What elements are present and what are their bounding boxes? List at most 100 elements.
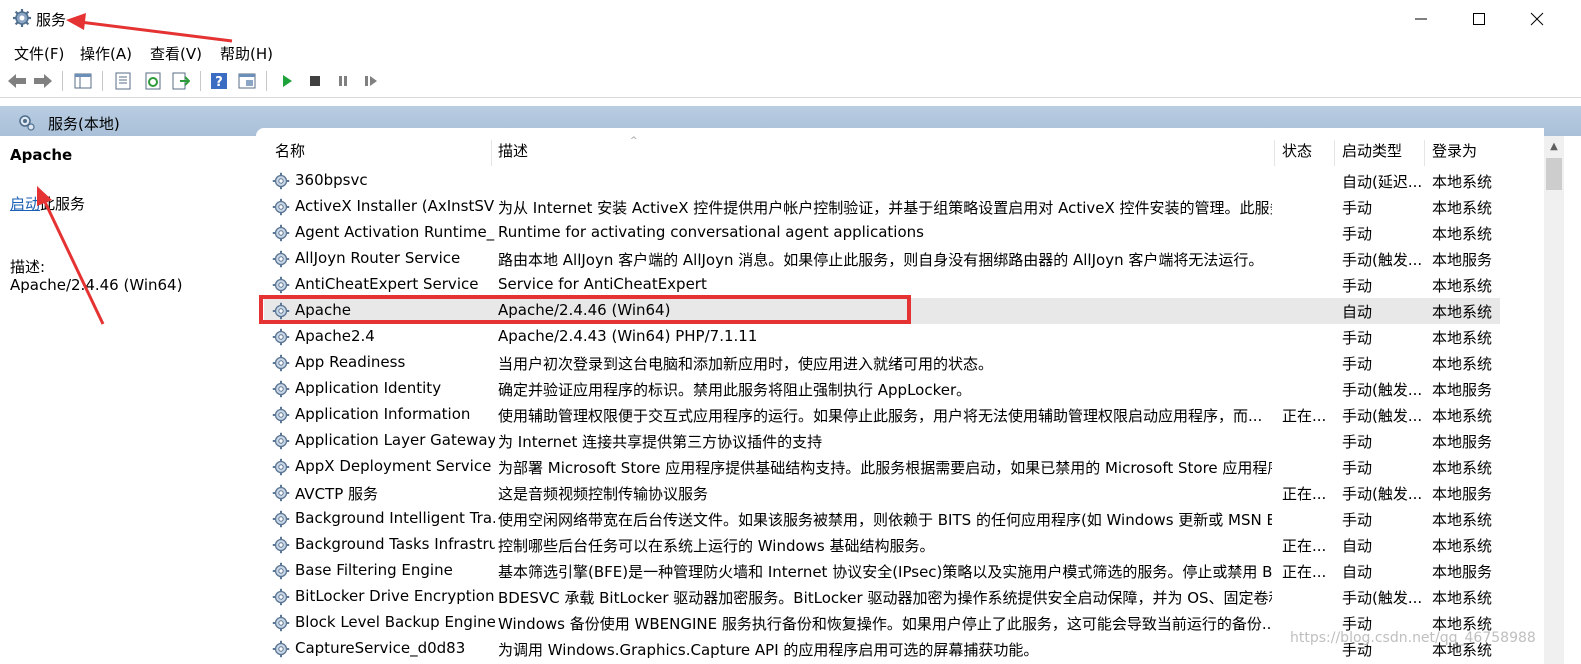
service-description: Runtime for activating conversational ag… [498,223,924,241]
service-name: 360bpsvc [295,171,368,189]
service-startup-type: 手动(触发... [1342,407,1423,425]
service-status: 正在... [1282,485,1327,503]
pause-service-button[interactable] [332,70,354,92]
table-row[interactable]: AppX Deployment Service ... 为部署 Microsoft… [264,454,1500,480]
service-startup-type: 手动 [1342,459,1373,477]
service-name: App Readiness [295,353,406,371]
service-logon-as: 本地系统 [1432,329,1493,347]
restart-service-button[interactable] [360,70,382,92]
toolbar-separator [200,71,201,91]
service-startup-type: 自动 [1342,563,1373,581]
table-row[interactable]: AVCTP 服务 这是音频视频控制传输协议服务 正在... 手动(触发... 本地服务 [264,480,1500,506]
maximize-icon [1473,13,1485,25]
service-name: Agent Activation Runtime_... [295,223,495,241]
table-row[interactable]: AllJoyn Router Service 路由本地 AllJoyn 客户端的 … [264,246,1500,272]
service-logon-as: 本地服务 [1432,563,1493,581]
properties-button[interactable] [112,70,134,92]
service-gear-icon [272,172,290,190]
close-icon [1530,12,1544,26]
help-button[interactable]: ? [208,70,230,92]
service-startup-type: 手动(触发... [1342,251,1423,269]
column-header-status[interactable]: 状态 [1282,140,1312,166]
service-description: 使用空闲网络带宽在后台传送文件。如果该服务被禁用，则依赖于 BITS 的任何应用… [498,511,1272,529]
service-startup-type: 手动(触发... [1342,381,1423,399]
menu-view[interactable]: 查看(V) [150,43,202,64]
table-row[interactable]: Base Filtering Engine 基本筛选引擎(BFE)是一种管理防火墙… [264,558,1500,584]
table-row[interactable]: Background Intelligent Tra... 使用空闲网络带宽在后台… [264,506,1500,532]
column-header-logon-as[interactable]: 登录为 [1432,140,1477,166]
column-header-startup-type[interactable]: 启动类型 [1342,140,1402,166]
service-name: Background Tasks Infrastru... [295,535,495,553]
stop-service-button[interactable] [304,70,326,92]
service-description: 为从 Internet 安装 ActiveX 控件提供用户帐户控制验证，并基于组… [498,199,1272,217]
service-gear-icon [272,484,290,502]
start-service-button[interactable] [276,70,298,92]
column-separator [1274,140,1275,166]
vertical-scrollbar[interactable]: ▲ [1544,136,1564,664]
column-header-description[interactable]: 描述 [498,140,528,166]
service-gear-icon [272,458,290,476]
table-row[interactable]: Application Identity 确定并验证应用程序的标识。禁用此服务将阻… [264,376,1500,402]
show-tree-button[interactable] [72,70,94,92]
menu-help[interactable]: 帮助(H) [220,43,273,64]
service-status: 正在... [1282,407,1327,425]
table-row[interactable]: Application Information 使用辅助管理权限便于交互式应用程序… [264,402,1500,428]
service-gear-icon [272,380,290,398]
column-header-name[interactable]: 名称 [275,140,305,166]
service-gear-icon [272,614,290,632]
service-logon-as: 本地服务 [1432,433,1493,451]
maximize-button[interactable] [1450,0,1508,38]
forward-button[interactable] [32,70,54,92]
service-gear-icon [272,354,290,372]
start-service-link[interactable]: 启动 [10,195,40,213]
table-row[interactable]: ActiveX Installer (AxInstSV) 为从 Internet … [264,194,1500,220]
service-name: Application Information [295,405,471,423]
table-row[interactable]: 360bpsvc 自动(延迟... 本地系统 [264,168,1500,194]
back-button[interactable] [6,70,28,92]
properties-icon [115,72,131,90]
service-startup-type: 自动(延迟... [1342,173,1423,191]
toolbar-separator [102,71,103,91]
table-row[interactable]: Apache2.4 Apache/2.4.43 (Win64) PHP/7.1.1… [264,324,1500,350]
start-service-action: 启动此服务 [10,193,85,214]
minimize-button[interactable] [1392,0,1450,38]
export-icon [172,72,190,90]
close-button[interactable] [1508,0,1566,38]
show-tree-icon [74,73,92,89]
service-startup-type: 手动 [1342,433,1373,451]
service-name: AppX Deployment Service ... [295,457,495,475]
service-startup-type: 自动 [1342,303,1373,321]
service-name: BitLocker Drive Encryption ... [295,587,495,605]
details-panel: Apache 启动此服务 描述: Apache/2.4.46 (Win64) [0,136,256,664]
scroll-up-button[interactable]: ▲ [1544,136,1564,156]
table-row[interactable]: Application Layer Gateway ... 为 Internet … [264,428,1500,454]
table-row[interactable]: BitLocker Drive Encryption ... BDESVC 承载 … [264,584,1500,610]
window-title: 服务 [36,11,67,29]
table-row[interactable]: Agent Activation Runtime_... Runtime for … [264,220,1500,246]
service-logon-as: 本地系统 [1432,277,1493,295]
scroll-thumb[interactable] [1546,158,1562,190]
service-description: 控制哪些后台任务可以在系统上运行的 Windows 基础结构服务。 [498,537,935,555]
refresh-button[interactable] [142,70,164,92]
service-description: 使用辅助管理权限便于交互式应用程序的运行。如果停止此服务，用户将无法使用辅助管理… [498,407,1263,425]
menu-file[interactable]: 文件(F) [14,43,64,64]
start-service-suffix: 此服务 [40,195,86,213]
menu-action[interactable]: 操作(A) [80,43,132,64]
table-row[interactable]: App Readiness 当用户初次登录到这台电脑和添加新应用时，使应用进入就绪… [264,350,1500,376]
chevron-up-icon: ▲ [1550,140,1558,152]
service-gear-icon [272,276,290,294]
service-description: 为 Internet 连接共享提供第三方协议插件的支持 [498,433,823,451]
services-gear-icon [19,115,35,131]
restart-service-icon [365,76,377,86]
service-description: 这是音频视频控制传输协议服务 [498,485,709,503]
service-name: AntiCheatExpert Service [295,275,479,293]
service-logon-as: 本地系统 [1432,303,1493,321]
service-name: Application Layer Gateway ... [295,431,495,449]
table-row[interactable]: Background Tasks Infrastru... 控制哪些后台任务可以在… [264,532,1500,558]
export-button[interactable] [170,70,192,92]
service-status: 正在... [1282,537,1327,555]
console-button[interactable] [236,70,258,92]
service-logon-as: 本地系统 [1432,199,1493,217]
title-bar: 服务 [0,0,1581,38]
start-service-icon [283,75,292,87]
